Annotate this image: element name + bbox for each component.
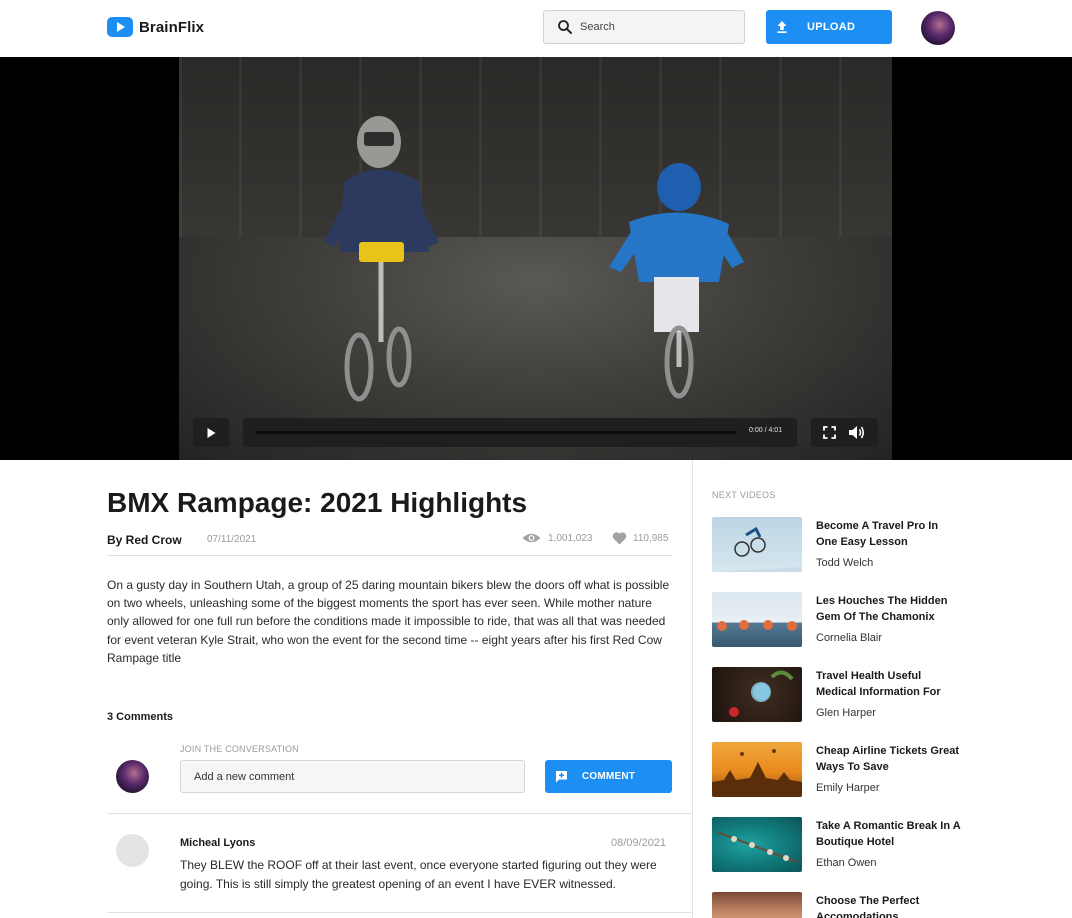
top-nav: BrainFlix Search UPLOAD bbox=[0, 0, 1072, 57]
heart-icon bbox=[612, 532, 627, 545]
stats-divider bbox=[107, 555, 672, 556]
current-user-avatar bbox=[116, 760, 149, 793]
next-video-item[interactable]: Travel Health Useful Medical Information… bbox=[712, 667, 962, 727]
views-count: 1,001,023 bbox=[548, 532, 593, 544]
volume-icon[interactable] bbox=[848, 425, 866, 440]
next-videos-heading: NEXT VIDEOS bbox=[712, 490, 776, 500]
views-stat: 1,001,023 bbox=[522, 532, 593, 544]
comment-divider bbox=[107, 813, 692, 814]
next-video-title: Les Houches The Hidden Gem Of The Chamon… bbox=[816, 595, 948, 623]
upload-button[interactable]: UPLOAD bbox=[766, 10, 892, 44]
comment-date: 08/09/2021 bbox=[611, 837, 667, 849]
next-video-author: Cornelia Blair bbox=[816, 632, 883, 644]
next-video-thumbnail bbox=[712, 517, 802, 572]
likes-count: 110,985 bbox=[633, 533, 669, 544]
next-video-author: Glen Harper bbox=[816, 707, 876, 719]
video-title: BMX Rampage: 2021 Highlights bbox=[107, 487, 528, 518]
scrubber-bar[interactable]: 0:00 / 4:01 bbox=[243, 418, 797, 447]
next-video-title: Choose The Perfect Accomodations bbox=[816, 895, 920, 918]
video-date: 07/11/2021 bbox=[207, 534, 257, 545]
play-icon bbox=[207, 427, 216, 438]
upload-label: UPLOAD bbox=[807, 21, 856, 33]
commenter-avatar bbox=[116, 834, 149, 867]
comment-text: They BLEW the ROOF off at their last eve… bbox=[180, 858, 657, 891]
comment-button-label: COMMENT bbox=[582, 771, 636, 782]
search-icon bbox=[558, 20, 572, 34]
fullscreen-icon[interactable] bbox=[823, 426, 836, 439]
comments-count: 3 Comments bbox=[107, 711, 174, 723]
video-description: On a gusty day in Southern Utah, a group… bbox=[107, 578, 670, 665]
next-video-thumbnail bbox=[712, 892, 802, 918]
next-video-author: Todd Welch bbox=[816, 557, 874, 569]
next-video-item[interactable]: Take A Romantic Break In A Boutique Hote… bbox=[712, 817, 962, 877]
comment-divider bbox=[107, 912, 692, 913]
rider-left-image bbox=[324, 116, 439, 402]
next-video-thumbnail bbox=[712, 817, 802, 872]
brand-logo[interactable]: BrainFlix bbox=[107, 17, 204, 37]
progress-track[interactable] bbox=[256, 431, 736, 434]
video-author[interactable]: By Red Crow bbox=[107, 533, 182, 547]
next-video-title: Become A Travel Pro In One Easy Lesson bbox=[816, 520, 939, 548]
user-avatar[interactable] bbox=[921, 11, 955, 45]
next-video-item[interactable]: Les Houches The Hidden Gem Of The Chamon… bbox=[712, 592, 962, 652]
add-comment-icon bbox=[556, 771, 567, 783]
search-placeholder: Search bbox=[580, 21, 615, 33]
video-poster[interactable] bbox=[179, 57, 892, 460]
eye-icon bbox=[522, 533, 541, 543]
content-divider bbox=[692, 460, 693, 918]
time-readout: 0:00 / 4:01 bbox=[749, 427, 783, 434]
comment-button[interactable]: COMMENT bbox=[545, 760, 672, 793]
player-controls-right bbox=[811, 418, 878, 447]
join-conversation-label: JOIN THE CONVERSATION bbox=[180, 744, 299, 754]
likes-stat[interactable]: 110,985 bbox=[612, 532, 668, 545]
play-button[interactable] bbox=[193, 418, 229, 447]
next-video-thumbnail bbox=[712, 592, 802, 647]
comment-input-placeholder: Add a new comment bbox=[194, 770, 295, 783]
next-video-title: Take A Romantic Break In A Boutique Hote… bbox=[816, 820, 961, 848]
rider-right-image bbox=[609, 163, 744, 399]
comment-input[interactable]: Add a new comment bbox=[180, 760, 525, 793]
video-ceiling bbox=[179, 57, 892, 257]
next-video-item[interactable]: Become A Travel Pro In One Easy Lesson T… bbox=[712, 517, 962, 577]
brand-name: BrainFlix bbox=[139, 18, 205, 36]
commenter-name: Micheal Lyons bbox=[180, 837, 256, 849]
next-video-title: Travel Health Useful Medical Information… bbox=[816, 670, 941, 698]
search-input[interactable]: Search bbox=[543, 10, 745, 44]
next-video-author: Emily Harper bbox=[816, 782, 880, 794]
next-video-thumbnail bbox=[712, 742, 802, 797]
next-video-item[interactable]: Choose The Perfect Accomodations bbox=[712, 892, 962, 918]
upload-icon bbox=[777, 21, 787, 33]
next-video-author: Ethan Owen bbox=[816, 857, 877, 869]
logo-play-icon bbox=[107, 17, 133, 37]
next-video-title: Cheap Airline Tickets Great Ways To Save bbox=[816, 745, 960, 773]
next-video-thumbnail bbox=[712, 667, 802, 722]
next-video-item[interactable]: Cheap Airline Tickets Great Ways To Save… bbox=[712, 742, 962, 802]
